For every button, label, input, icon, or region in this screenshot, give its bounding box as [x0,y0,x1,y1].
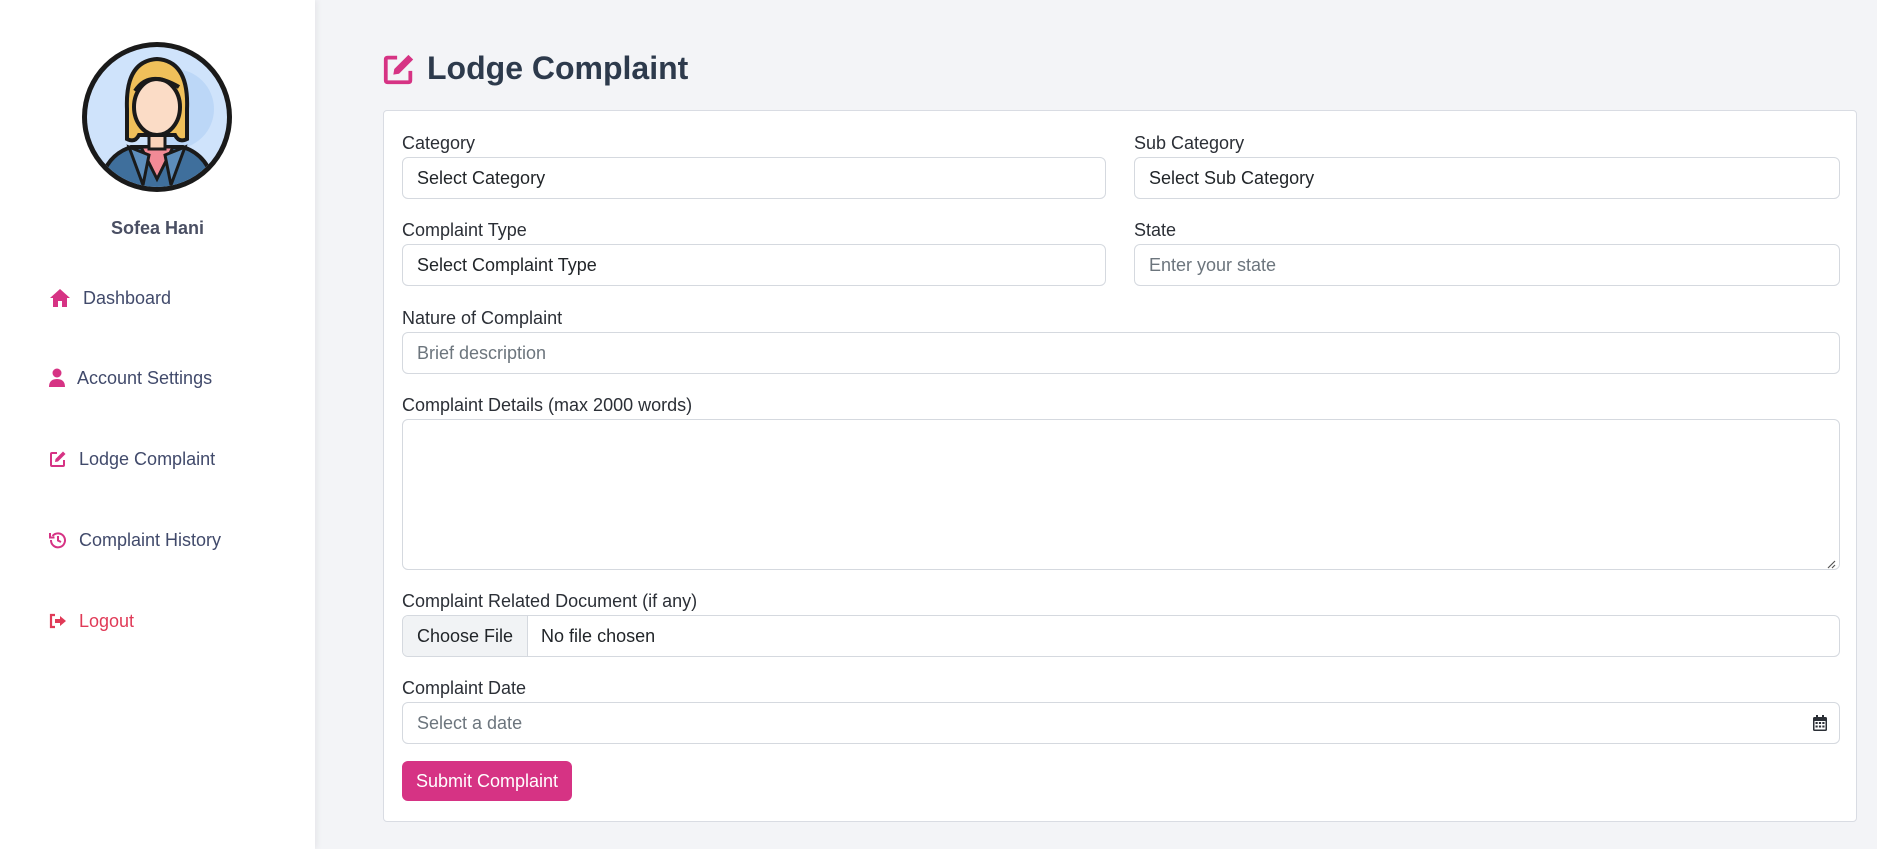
sidebar-item-complaint-history[interactable]: Complaint History [49,529,221,551]
user-name: Sofea Hani [110,218,205,238]
sidebar-item-label: Complaint History [79,529,222,550]
date-input[interactable]: Select a date [402,702,1840,744]
choose-file-button[interactable]: Choose File [403,616,529,656]
date-label: Complaint Date [402,678,527,698]
complaint-form: Category Select Category Sub Category Se… [383,110,1857,822]
sidebar-item-account-settings[interactable]: Account Settings [49,367,212,389]
sidebar-item-label: Logout [79,610,135,631]
edit-icon [49,448,67,470]
sidebar-item-dashboard[interactable]: Dashboard [49,287,171,309]
document-label: Complaint Related Document (if any) [402,591,698,611]
file-status: No file chosen [541,625,656,646]
main-content: Lodge Complaint Category Select Category… [315,0,1877,849]
nature-input[interactable]: Brief description [402,332,1840,374]
document-file-input[interactable]: Choose File No file chosen [402,615,1840,657]
page-title-text: Lodge Complaint [427,50,689,86]
calendar-icon[interactable] [1811,714,1829,732]
sub-category-label: Sub Category [1134,133,1245,153]
details-textarea[interactable] [402,419,1840,570]
sidebar: Sofea Hani Dashboard Account Settings Lo… [0,0,315,849]
date-placeholder: Select a date [417,712,523,733]
sidebar-item-label: Lodge Complaint [79,448,216,469]
complaint-type-label: Complaint Type [402,220,527,240]
complaint-type-select[interactable]: Select Complaint Type [402,244,1106,286]
state-label: State [1134,220,1177,240]
category-select[interactable]: Select Category [402,157,1106,199]
submit-complaint-button[interactable]: Submit Complaint [402,761,573,801]
resize-handle-icon[interactable] [1826,556,1836,569]
sidebar-item-logout[interactable]: Logout [49,610,134,632]
state-input[interactable]: Enter your state [1134,244,1840,286]
sidebar-item-label: Dashboard [83,287,172,308]
page-title: Lodge Complaint [382,50,688,87]
category-label: Category [402,133,476,153]
home-icon [49,287,71,309]
sidebar-item-label: Account Settings [77,367,213,388]
details-label: Complaint Details (max 2000 words) [402,395,693,415]
nature-label: Nature of Complaint [402,308,563,328]
logout-icon [49,610,67,632]
sidebar-item-lodge-complaint[interactable]: Lodge Complaint [49,448,215,470]
history-icon [49,529,67,551]
user-icon [49,367,65,389]
sub-category-select[interactable]: Select Sub Category [1134,157,1840,199]
avatar [79,39,235,195]
edit-icon [382,52,416,86]
